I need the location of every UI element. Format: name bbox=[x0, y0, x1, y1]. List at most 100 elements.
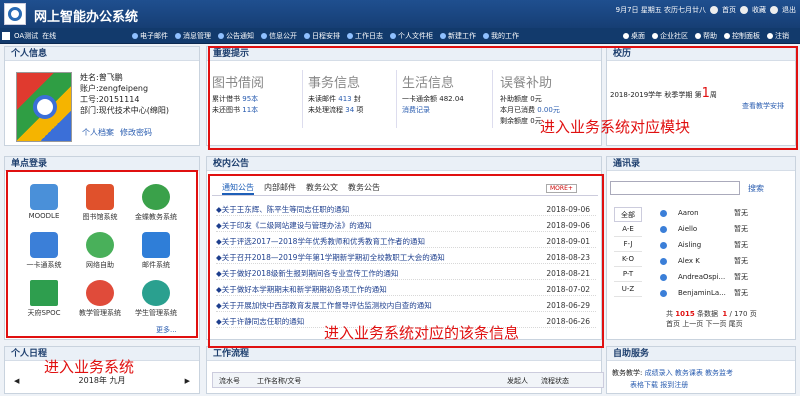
books-borrowed-value[interactable]: 95本 bbox=[242, 95, 258, 103]
letter-filter-all[interactable]: 全部 bbox=[614, 207, 642, 222]
nav-item-desktop[interactable]: 桌面 bbox=[623, 31, 645, 41]
sso-library[interactable]: 图书馆系统 bbox=[72, 184, 128, 226]
contact-row[interactable]: AndreaOspi... 暂无 bbox=[660, 270, 790, 285]
address-search-button[interactable]: 搜索 bbox=[748, 183, 764, 194]
person-gear-icon bbox=[86, 280, 114, 306]
sso-teaching[interactable]: 教学管理系统 bbox=[72, 280, 128, 322]
nav-item-logout[interactable]: 注销 bbox=[767, 31, 789, 41]
self-service-row: 教务教学: 成绩录入 教务课表 教务监考 bbox=[612, 369, 734, 377]
affairs-title[interactable]: 事务信息 bbox=[308, 72, 398, 91]
books-unreturned-value[interactable]: 11本 bbox=[242, 106, 258, 114]
personal-info-title: 个人信息 bbox=[5, 47, 199, 61]
sso-moodle[interactable]: MOODLE bbox=[16, 184, 72, 226]
timetable-link[interactable]: 教务课表 bbox=[675, 369, 703, 377]
sso-kingdee[interactable]: 金蝶教务系统 bbox=[128, 184, 184, 226]
favorite-link[interactable]: 收藏 bbox=[752, 5, 766, 15]
pending-flow-value[interactable]: 34 bbox=[345, 106, 354, 114]
nav-item-community[interactable]: 企业社区 bbox=[652, 31, 688, 41]
online-status[interactable]: 在线 bbox=[42, 31, 56, 41]
consumption-record-link[interactable]: 消费记录 bbox=[402, 105, 492, 115]
col-work-name: 工作名称/文号 bbox=[257, 377, 302, 385]
news-item[interactable]: ◆关于做好本学期期末和新学期期初各项工作的通知 2018-07-02 bbox=[216, 284, 596, 296]
change-password-link[interactable]: 修改密码 bbox=[120, 127, 152, 138]
letter-filter-ko[interactable]: K-O bbox=[614, 252, 642, 267]
nav-item-schedule[interactable]: 日程安排 bbox=[304, 31, 340, 41]
home-icon[interactable] bbox=[710, 6, 718, 14]
sso-spoc[interactable]: 天府SPOC bbox=[16, 280, 72, 322]
self-service-title: 自助服务 bbox=[607, 347, 795, 361]
nav-item-public-info[interactable]: 信息公开 bbox=[261, 31, 297, 41]
news-item[interactable]: ◆关于评选2017—2018学年优秀教师和优秀教育工作者的通知 2018-09-0… bbox=[216, 236, 596, 248]
letter-filter-ae[interactable]: A-E bbox=[614, 222, 642, 237]
contact-row[interactable]: BenjaminLa... 暂无 bbox=[660, 286, 790, 301]
sso-title: 单点登录 bbox=[5, 157, 199, 171]
contact-row[interactable]: Aaron 暂无 bbox=[660, 206, 790, 221]
tab-academic-notices[interactable]: 教务公告 bbox=[348, 182, 380, 195]
nav-item-help[interactable]: 帮助 bbox=[695, 31, 717, 41]
sso-card[interactable]: 一卡通系统 bbox=[16, 232, 72, 274]
nav-item-file-cabinet[interactable]: 个人文件柜 bbox=[390, 31, 433, 41]
nav-item-new-work[interactable]: 新建工作 bbox=[440, 31, 476, 41]
star-icon[interactable] bbox=[740, 6, 748, 14]
log-icon bbox=[347, 33, 353, 39]
cloud-icon bbox=[30, 184, 58, 210]
tab-notices[interactable]: 通知公告 bbox=[222, 182, 254, 195]
notices-title: 重要提示 bbox=[207, 47, 601, 61]
news-item[interactable]: ◆关于召开2018—2019学年第1学期新学期初全校教职工大会的通知 2018-0… bbox=[216, 252, 596, 264]
news-item[interactable]: ◆关于做好2018级新生报到期间各专业宣传工作的通知 2018-08-21 bbox=[216, 268, 596, 280]
nav-item-notices[interactable]: 公告通知 bbox=[218, 31, 254, 41]
contact-row[interactable]: Aisling 暂无 bbox=[660, 238, 790, 253]
news-title: 校内公告 bbox=[207, 157, 601, 171]
letter-filter-pt[interactable]: P-T bbox=[614, 267, 642, 282]
address-search-input[interactable] bbox=[610, 181, 740, 195]
life-title[interactable]: 生活信息 bbox=[402, 72, 492, 91]
user-account: 账户:zengfeipeng bbox=[80, 84, 149, 93]
logout-link[interactable]: 退出 bbox=[782, 5, 796, 15]
tab-internal-mail[interactable]: 内部邮件 bbox=[264, 182, 296, 195]
registration-link[interactable]: 报到注册 bbox=[660, 381, 688, 389]
contact-total: 1015 bbox=[675, 310, 695, 318]
plus-icon bbox=[440, 33, 446, 39]
invigilation-link[interactable]: 教务监考 bbox=[705, 369, 733, 377]
form-download-link[interactable]: 表格下载 bbox=[630, 381, 658, 389]
news-item[interactable]: ◆关于开展加快中西部教育发展工作督导评估监测校内自查的通知 2018-06-29 bbox=[216, 300, 596, 312]
personal-links: 个人档案 修改密码 bbox=[82, 127, 152, 138]
contact-row[interactable]: Aiello 暂无 bbox=[660, 222, 790, 237]
current-page: 1 bbox=[722, 310, 728, 318]
person-icon bbox=[660, 274, 667, 281]
subsidy-title[interactable]: 误餐补助 bbox=[500, 72, 590, 91]
nav-item-control-panel[interactable]: 控制面板 bbox=[724, 31, 760, 41]
sso-network[interactable]: 网络自助 bbox=[72, 232, 128, 274]
unread-mail-value[interactable]: 413 bbox=[338, 95, 351, 103]
help-icon bbox=[695, 33, 701, 39]
logo-icon bbox=[4, 3, 26, 25]
nav-item-email[interactable]: 电子邮件 bbox=[132, 31, 168, 41]
news-item[interactable]: ◆关于王东辉、陈平生等同志任职的通知 2018-09-06 bbox=[216, 204, 596, 216]
library-title[interactable]: 图书借阅 bbox=[212, 72, 302, 91]
tab-documents[interactable]: 教务公文 bbox=[306, 182, 338, 195]
person-icon bbox=[660, 242, 667, 249]
letter-filter-uz[interactable]: U-Z bbox=[614, 282, 642, 297]
sso-more-link[interactable]: 更多... bbox=[156, 325, 177, 335]
nav-item-work-log[interactable]: 工作日志 bbox=[347, 31, 383, 41]
profile-link[interactable]: 个人档案 bbox=[82, 127, 114, 138]
sso-student[interactable]: 学生管理系统 bbox=[128, 280, 184, 322]
news-item[interactable]: ◆关于印发《二级网站建设与管理办法》的通知 2018-09-06 bbox=[216, 220, 596, 232]
next-month-icon[interactable]: ▶ bbox=[185, 374, 190, 388]
nav-item-my-work[interactable]: 我的工作 bbox=[483, 31, 519, 41]
news-more-button[interactable]: MORE+ bbox=[546, 184, 577, 193]
contact-row[interactable]: Alex K 暂无 bbox=[660, 254, 790, 269]
user-name[interactable]: OA测试 bbox=[14, 31, 38, 41]
prev-month-icon[interactable]: ◀ bbox=[14, 374, 19, 388]
nav-item-messages[interactable]: 消息管理 bbox=[175, 31, 211, 41]
home-link[interactable]: 首页 bbox=[722, 5, 736, 15]
letter-filter-fj[interactable]: F-J bbox=[614, 237, 642, 252]
view-schedule-link[interactable]: 查看教学安排 bbox=[742, 101, 784, 111]
life-stats: 生活信息 一卡通余额 482.04 消费记录 bbox=[402, 72, 492, 115]
date-text: 9月7日 星期五 农历七月廿八 bbox=[615, 6, 706, 14]
grade-entry-link[interactable]: 成绩录入 bbox=[645, 369, 673, 377]
sso-mail[interactable]: 邮件系统 bbox=[128, 232, 184, 274]
pager-links[interactable]: 首页 上一页 下一页 尾页 bbox=[666, 319, 757, 329]
power-icon[interactable] bbox=[770, 6, 778, 14]
desktop-icon bbox=[623, 33, 629, 39]
